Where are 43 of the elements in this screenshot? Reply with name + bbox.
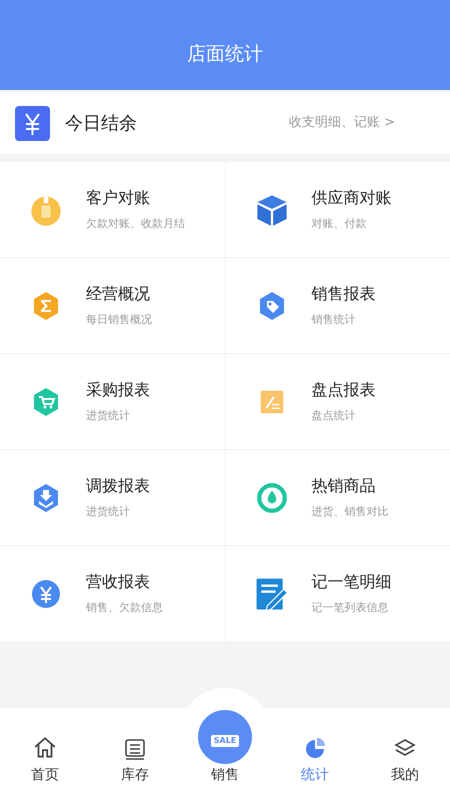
menu-tile[interactable]: 客户对账 欠款对账、收款月结	[0, 162, 224, 257]
yen-circle-icon	[30, 578, 62, 610]
tab-item[interactable]: 首页	[0, 708, 90, 800]
tile-subtitle: 进货统计	[86, 408, 131, 424]
tile-title: 热销商品	[312, 475, 376, 498]
tile-title: 采购报表	[86, 379, 150, 402]
tile-title: 记一笔明细	[312, 571, 392, 594]
menu-tile[interactable]: 营收报表 销售、欠款信息	[0, 546, 224, 641]
tile-title: 销售报表	[312, 283, 376, 306]
tile-title: 营收报表	[86, 571, 151, 594]
tile-subtitle: 记一笔列表信息	[312, 600, 390, 616]
tile-title: 经营概况	[86, 283, 151, 306]
menu-tile[interactable]: 盘点报表 盘点统计	[226, 354, 450, 449]
list-icon	[123, 737, 147, 761]
tile-subtitle: 每日销售概况	[86, 312, 152, 328]
tab-item[interactable]: 我的	[360, 708, 450, 800]
droplet-ring-icon	[254, 480, 288, 514]
balance-title: 今日结余	[65, 112, 137, 136]
tab-item[interactable]: 统计	[270, 708, 360, 800]
tile-subtitle: 盘点统计	[312, 408, 356, 424]
tile-title: 客户对账	[86, 187, 151, 210]
tile-subtitle: 销售、欠款信息	[86, 600, 163, 616]
yen-icon	[15, 106, 50, 140]
chart-icon	[303, 737, 327, 761]
tile-title: 调拨报表	[86, 475, 150, 498]
menu-tile[interactable]: 记一笔明细 记一笔列表信息	[226, 546, 450, 641]
tile-title: 盘点报表	[312, 379, 376, 402]
balance-row[interactable]: 今日结余 收支明细、记账 >	[0, 92, 450, 154]
tile-subtitle: 进货统计	[86, 504, 131, 520]
tile-subtitle: 对账、付款	[312, 216, 368, 232]
menu-tile[interactable]: 热销商品 进货、销售对比	[226, 450, 450, 545]
tile-subtitle: 进货、销售对比	[312, 504, 388, 520]
menu-tile[interactable]: 采购报表 进货统计	[0, 354, 224, 449]
menu-tile[interactable]: 经营概况 每日销售概况	[0, 258, 224, 353]
tile-title: 供应商对账	[312, 187, 392, 210]
page-title: 店面统计	[187, 42, 263, 66]
tile-subtitle: 欠款对账、收款月结	[86, 216, 185, 232]
sign-badge: SALE	[210, 735, 240, 747]
menu-tile[interactable]: 调拨报表 进货统计	[0, 450, 224, 545]
tile-subtitle: 销售统计	[312, 312, 356, 328]
tab-item[interactable]: 库存	[90, 708, 180, 800]
menu-tile[interactable]: 供应商对账 对账、付款	[226, 162, 450, 257]
menu-tile[interactable]: 销售报表 销售统计	[226, 258, 450, 353]
